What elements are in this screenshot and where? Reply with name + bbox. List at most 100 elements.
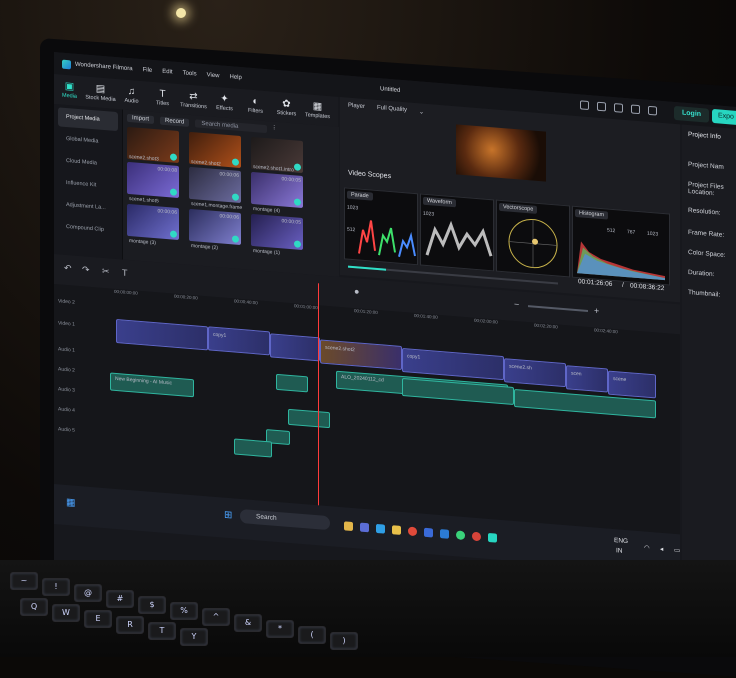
widgets-icon[interactable]: ▦	[66, 497, 75, 509]
monitor-icon[interactable]	[580, 100, 589, 111]
scissors-icon[interactable]: ✂	[102, 266, 110, 278]
redo-icon[interactable]: ↷	[82, 264, 90, 276]
help-icon[interactable]	[631, 104, 640, 115]
folder-icon[interactable]	[392, 525, 401, 535]
login-button[interactable]: Login	[674, 105, 710, 123]
record-voice-icon[interactable]: ●	[354, 286, 359, 296]
keyboard-key: !	[42, 578, 70, 596]
menu-tools[interactable]: Tools	[183, 70, 197, 77]
video-clip[interactable]: copy1	[402, 347, 504, 381]
playhead[interactable]	[318, 283, 319, 510]
media-search-input[interactable]: Search media	[195, 118, 268, 133]
info-frame-rate: Frame Rate:	[688, 229, 725, 239]
battery-icon[interactable]: ▭	[674, 546, 680, 554]
audio-clip[interactable]	[402, 377, 514, 406]
chevron-down-icon[interactable]: ⌄	[419, 108, 424, 115]
keyboard-key: @	[74, 584, 102, 602]
menu-help[interactable]: Help	[230, 74, 242, 81]
store-icon[interactable]	[440, 529, 449, 539]
audio-clip[interactable]	[276, 373, 308, 393]
cloud-icon[interactable]	[614, 103, 623, 113]
language-indicator[interactable]: ENG	[614, 537, 628, 545]
check-icon	[294, 240, 301, 248]
sidebar-item-cloud-media[interactable]: Cloud Media	[58, 151, 118, 175]
tab-templates[interactable]: ▦ Templates	[302, 94, 333, 126]
track-label: Audio 3	[58, 386, 75, 394]
media-thumb[interactable]: 00:00:05	[251, 171, 303, 209]
media-thumb[interactable]: 00:00:08	[127, 161, 179, 199]
info-project-location: Project Files Location:	[688, 181, 724, 198]
text-icon[interactable]: T	[122, 267, 128, 277]
quality-select[interactable]: Full Quality	[377, 105, 407, 113]
audio-clip[interactable]	[234, 438, 272, 458]
tab-transitions[interactable]: ⇄ Transitions	[178, 84, 209, 116]
sidebar-item-project-media[interactable]: Project Media	[58, 107, 118, 132]
import-button[interactable]: Import	[127, 113, 155, 124]
check-icon	[294, 198, 301, 206]
sidebar-item-compound-clip[interactable]: Compound Clip	[58, 217, 118, 241]
info-color-space: Color Space:	[688, 249, 726, 260]
video-clip[interactable]	[270, 333, 320, 362]
audio-clip[interactable]: New Beginning - AI Music	[110, 372, 194, 398]
sidebar-item-influence-kit[interactable]: Influence Kit	[58, 173, 118, 197]
export-button[interactable]: Expo	[712, 108, 736, 127]
keyboard-key: Y	[180, 628, 208, 646]
sidebar-item-global-media[interactable]: Global Media	[58, 129, 118, 153]
chrome-icon[interactable]	[408, 526, 417, 537]
wifi-icon[interactable]: ◠	[644, 543, 650, 551]
word-icon[interactable]	[424, 527, 433, 538]
windows-start-icon[interactable]: ⊞	[224, 510, 232, 522]
apps-icon[interactable]	[648, 105, 657, 116]
video-clip[interactable]: scen	[566, 365, 608, 393]
filmora-taskbar-icon[interactable]	[488, 532, 497, 543]
undo-icon[interactable]: ↶	[64, 263, 72, 275]
taskbar-search[interactable]: Search	[240, 508, 330, 531]
tab-effects[interactable]: ✦ Effects	[209, 86, 240, 118]
media-thumb[interactable]: 00:00:06	[189, 166, 241, 204]
video-clip[interactable]: scene	[608, 370, 656, 399]
volume-icon[interactable]: ◂	[660, 545, 663, 553]
file-explorer-icon[interactable]	[344, 521, 353, 532]
chrome-profile-icon[interactable]	[472, 531, 481, 542]
teams-icon[interactable]	[360, 522, 369, 533]
menu-edit[interactable]: Edit	[162, 69, 172, 76]
keyboard: ~ ! @ # $ % ^ & * ( ) Q W E R T Y	[0, 560, 736, 657]
menu-file[interactable]: File	[143, 67, 153, 74]
player-panel: Player Full Quality ⌄ Video Scopes Parad…	[340, 97, 680, 303]
media-thumb[interactable]: 00:00:06	[189, 208, 241, 246]
zoom-slider[interactable]	[528, 305, 588, 312]
audio-clip[interactable]	[288, 408, 330, 429]
tab-stickers[interactable]: ✿ Stickers	[271, 91, 302, 123]
tab-filters[interactable]: ◐ Filters	[240, 89, 271, 121]
tab-audio[interactable]: ♫ Audio	[116, 79, 147, 111]
waveform-scope: Waveform 1023	[420, 193, 494, 272]
tab-media[interactable]: ▣ Media	[54, 74, 85, 106]
whatsapp-icon[interactable]	[456, 530, 465, 541]
histogram-scope: Histogram 512 767 1023	[572, 205, 670, 286]
track-label: Audio 4	[58, 406, 75, 414]
media-thumb[interactable]: 00:00:06	[127, 203, 179, 241]
track-label: Video 2	[58, 298, 75, 306]
video-clip[interactable]	[116, 318, 208, 351]
media-thumb[interactable]: 00:00:05	[251, 213, 303, 251]
zoom-out-icon[interactable]: −	[514, 299, 519, 309]
menu-view[interactable]: View	[207, 72, 220, 79]
edge-icon[interactable]	[376, 523, 385, 534]
video-clip[interactable]: scene2.shot2	[320, 339, 402, 370]
download-icon[interactable]	[597, 101, 606, 112]
waveform-graph	[425, 220, 493, 257]
filter-icon[interactable]: ⫶	[273, 126, 275, 133]
check-icon	[170, 230, 177, 238]
tab-player[interactable]: Player	[348, 103, 365, 110]
record-button[interactable]: Record	[160, 116, 190, 127]
zoom-in-icon[interactable]: +	[594, 305, 599, 315]
tab-stock-media[interactable]: ▤ Stock Media	[85, 76, 116, 108]
keyboard-key: $	[138, 596, 166, 614]
video-clip[interactable]: scene2.sh	[504, 358, 566, 388]
video-clip[interactable]: copy1	[208, 326, 270, 356]
sidebar-item-adjustment-layer[interactable]: Adjustment La...	[58, 195, 118, 219]
tab-titles[interactable]: T Titles	[147, 81, 178, 113]
keyboard-key: ^	[202, 608, 230, 626]
info-project-name: Project Nam	[688, 161, 724, 171]
video-preview[interactable]	[456, 124, 546, 182]
